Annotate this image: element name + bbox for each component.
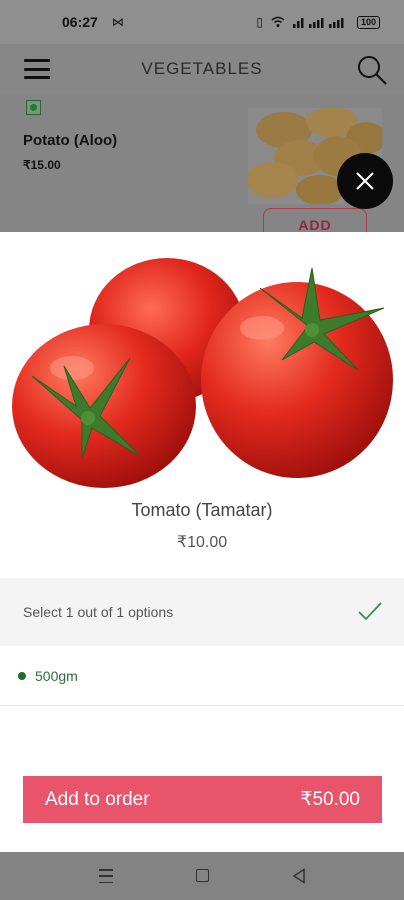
check-icon: [358, 602, 382, 621]
notification-icon: ⋈: [111, 15, 124, 29]
status-bar: 06:27 ⋈ ▯ 100: [0, 0, 404, 44]
close-icon: [356, 172, 374, 190]
order-total: ₹50.00: [300, 789, 360, 810]
product-price: ₹10.00: [176, 534, 228, 551]
option-label: 500gm: [35, 668, 78, 684]
signal-icon: [292, 18, 344, 28]
menu-icon[interactable]: [24, 59, 50, 79]
system-nav-bar: [0, 852, 404, 900]
wifi-icon: [271, 16, 285, 27]
vibrate-icon: ▯: [256, 15, 263, 29]
bg-item-name: Potato (Aloo): [23, 132, 118, 149]
add-to-order-button[interactable]: Add to order ₹50.00: [23, 776, 382, 823]
radio-selected-icon: [18, 672, 26, 680]
product-name: Tomato (Tamatar): [131, 500, 273, 520]
options-prompt: Select 1 out of 1 options: [23, 604, 174, 620]
status-time: 06:27: [62, 14, 98, 30]
tomato-image: [12, 258, 394, 490]
add-to-order-label: Add to order: [45, 788, 150, 810]
nav-menu-icon[interactable]: [99, 869, 113, 883]
nav-home-icon[interactable]: [196, 869, 209, 882]
battery-indicator: 100: [356, 15, 380, 29]
nav-back-icon[interactable]: [292, 868, 306, 884]
bg-item-price: ₹15.00: [23, 158, 61, 172]
close-button[interactable]: [337, 153, 393, 209]
option-item[interactable]: 500gm: [0, 646, 404, 706]
options-header: Select 1 out of 1 options: [0, 578, 404, 646]
status-icons: ▯ 100: [256, 15, 380, 29]
page-title: VEGETABLES: [141, 59, 263, 78]
product-bottom-sheet: Tomato (Tamatar) ₹10.00 Select 1 out of …: [0, 232, 404, 852]
app-header: VEGETABLES: [0, 44, 404, 94]
veg-badge-icon: [26, 100, 41, 115]
search-icon[interactable]: [356, 54, 388, 86]
